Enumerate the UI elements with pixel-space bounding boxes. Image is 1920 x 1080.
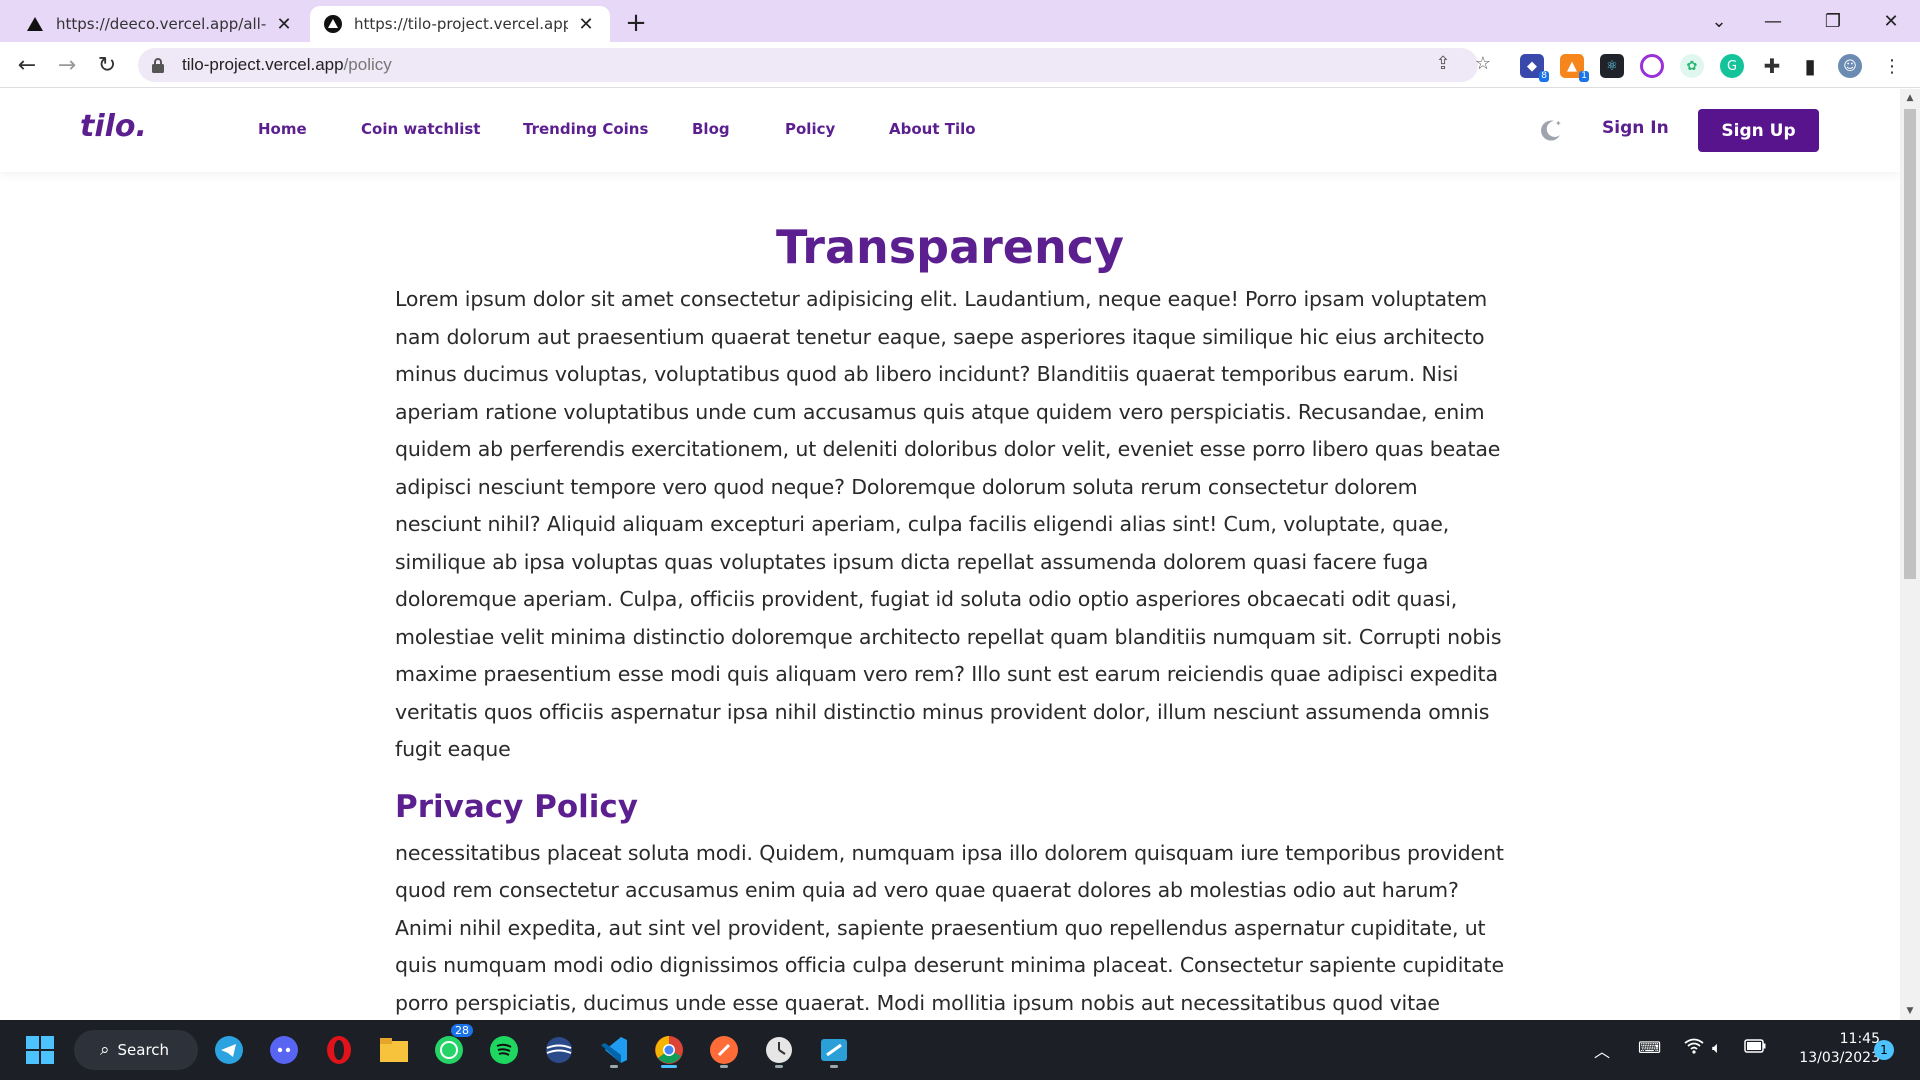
nav-coin-watchlist[interactable]: Coin watchlist — [361, 120, 480, 138]
privacy-paragraph: necessitatibus placeat soluta modi. Quid… — [395, 840, 1504, 1015]
running-indicator — [720, 1065, 728, 1068]
bookmark-star-icon[interactable]: ☆ — [1468, 48, 1498, 78]
nav-trending-coins[interactable]: Trending Coins — [523, 120, 648, 138]
reload-icon[interactable]: ↻ — [92, 50, 122, 80]
tab-strip: https://deeco.vercel.app/all-prod ✕ http… — [0, 0, 1920, 42]
active-indicator — [661, 1065, 677, 1068]
nav-policy[interactable]: Policy — [785, 120, 835, 138]
keyboard-icon[interactable]: ⌨ — [1638, 1038, 1661, 1057]
tray-chevron-icon[interactable]: ︿ — [1594, 1038, 1610, 1062]
profile-avatar[interactable]: ☺ — [1838, 54, 1862, 78]
policy-content: Transparency Lorem ipsum dolor sit amet … — [395, 219, 1505, 1020]
side-panel-icon[interactable]: ▮ — [1798, 54, 1822, 78]
back-icon[interactable]: ← — [12, 50, 42, 80]
remote-desktop-icon[interactable] — [814, 1030, 854, 1070]
search-icon: ⌕ — [100, 1040, 110, 1060]
spotify-icon[interactable] — [484, 1030, 524, 1070]
app-globe-icon[interactable] — [539, 1030, 579, 1070]
dark-mode-moon-icon[interactable]: ✦ — [1536, 116, 1564, 144]
share-icon[interactable]: ⇪ — [1428, 48, 1458, 78]
windows-taskbar: ⌕ Search 28 ︿ ⌨ 🔈︎ 11:45 13/03/2023 1 — [0, 1020, 1920, 1080]
transparency-paragraph: Lorem ipsum dolor sit amet consectetur a… — [395, 287, 1502, 761]
tab-search-chevron-icon[interactable]: ⌄ — [1690, 0, 1748, 42]
browser-tab-1[interactable]: https://deeco.vercel.app/all-prod ✕ — [12, 6, 308, 42]
page-scrollbar[interactable]: ▲ ▼ — [1900, 89, 1920, 1020]
clock-time: 11:45 — [1839, 1031, 1880, 1047]
grammarly-icon[interactable]: G — [1720, 54, 1744, 78]
color-picker-icon[interactable] — [1640, 54, 1664, 78]
close-tab-icon[interactable]: ✕ — [576, 14, 596, 35]
opera-icon[interactable] — [319, 1030, 359, 1070]
browser-toolbar: ← → ↻ tilo-project.vercel.app/policy ⇪ ☆… — [0, 42, 1920, 88]
site-logo[interactable]: tilo. — [80, 109, 147, 144]
extension-leaf-icon[interactable]: ✿ — [1680, 54, 1704, 78]
notification-badge[interactable]: 1 — [1874, 1040, 1894, 1060]
chrome-menu-icon[interactable]: ⋮ — [1880, 54, 1904, 78]
nav-home[interactable]: Home — [258, 120, 307, 138]
tab-title: https://tilo-project.vercel.app/po — [354, 15, 568, 33]
clock-app-icon[interactable] — [759, 1030, 799, 1070]
lock-icon — [152, 57, 168, 73]
page-viewport: tilo. Home Coin watchlist Trending Coins… — [0, 89, 1900, 1020]
running-indicator — [830, 1065, 838, 1068]
windows-start-icon[interactable] — [20, 1030, 60, 1070]
clock-date: 13/03/2023 — [1799, 1050, 1880, 1066]
volume-icon[interactable]: 🔈︎ — [1712, 1038, 1722, 1058]
vscode-icon[interactable] — [594, 1030, 634, 1070]
forward-icon[interactable]: → — [52, 50, 82, 80]
tab-title: https://deeco.vercel.app/all-prod — [56, 15, 266, 33]
site-header: tilo. Home Coin watchlist Trending Coins… — [0, 89, 1900, 172]
extension-badge: 1 — [1579, 71, 1589, 82]
scroll-down-arrow-icon[interactable]: ▼ — [1900, 1002, 1920, 1020]
restore-icon[interactable]: ❐ — [1804, 0, 1862, 42]
whatsapp-icon[interactable]: 28 — [429, 1024, 473, 1070]
browser-tab-2[interactable]: https://tilo-project.vercel.app/po ✕ — [310, 6, 610, 42]
wifi-icon[interactable] — [1684, 1038, 1704, 1058]
taskbar-clock[interactable]: 11:45 13/03/2023 — [1780, 1030, 1880, 1068]
close-tab-icon[interactable]: ✕ — [274, 14, 294, 35]
transparency-heading: Transparency — [775, 220, 1125, 274]
telegram-icon[interactable] — [209, 1030, 249, 1070]
metamask-icon[interactable]: ▲ 1 — [1560, 54, 1589, 82]
new-tab-button[interactable]: + — [620, 8, 652, 40]
running-indicator — [775, 1065, 783, 1068]
extension-badge: 8 — [1539, 71, 1549, 82]
battery-icon[interactable] — [1744, 1038, 1766, 1057]
scrollbar-thumb[interactable] — [1904, 109, 1916, 579]
scroll-up-arrow-icon[interactable]: ▲ — [1900, 89, 1920, 107]
close-window-icon[interactable]: ✕ — [1862, 0, 1920, 42]
file-explorer-icon[interactable] — [374, 1030, 414, 1070]
chrome-icon[interactable] — [649, 1030, 689, 1070]
whatsapp-badge: 28 — [451, 1024, 473, 1037]
running-indicator — [610, 1065, 618, 1068]
url-host: tilo-project.vercel.app — [182, 55, 344, 74]
url-path: /policy — [343, 55, 392, 74]
sign-in-link[interactable]: Sign In — [1602, 118, 1669, 138]
address-bar[interactable]: tilo-project.vercel.app/policy — [138, 48, 1478, 82]
extensions-puzzle-icon[interactable]: ✚ — [1760, 54, 1784, 78]
vercel-circle-icon — [324, 15, 342, 33]
nav-blog[interactable]: Blog — [692, 120, 730, 138]
privacy-policy-heading: Privacy Policy — [395, 788, 638, 825]
sign-up-button[interactable]: Sign Up — [1698, 109, 1819, 152]
postman-icon[interactable] — [704, 1030, 744, 1070]
discord-icon[interactable] — [264, 1030, 304, 1070]
vercel-triangle-icon — [26, 15, 44, 33]
nav-about-tilo[interactable]: About Tilo — [889, 120, 976, 138]
search-label: Search — [117, 1041, 170, 1059]
minimize-icon[interactable]: — — [1744, 0, 1802, 42]
extension-icon[interactable]: ◆ 8 — [1520, 54, 1549, 82]
svg-text:✦: ✦ — [1555, 119, 1562, 128]
react-devtools-icon[interactable]: ⚛ — [1600, 54, 1624, 78]
taskbar-search[interactable]: ⌕ Search — [74, 1030, 198, 1070]
